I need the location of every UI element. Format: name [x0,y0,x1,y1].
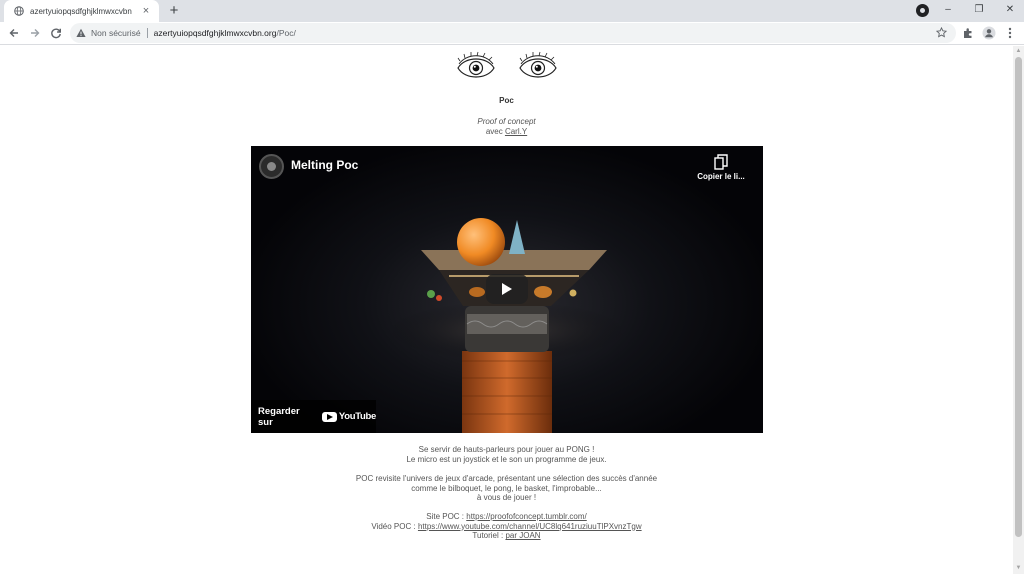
watch-on-label: Regarder sur [258,405,300,428]
scroll-up-arrow-icon[interactable]: ▲ [1015,48,1022,55]
menu-kebab-icon[interactable] [1002,25,1018,41]
url-text[interactable]: azertyuiopqsdfghjklmwxcvbn.org/Poc/ [154,28,296,38]
site-link[interactable]: https://proofofconcept.tumblr.com/ [466,512,587,521]
copy-link-label: Copier le li... [697,172,745,181]
copy-link-button[interactable]: Copier le li... [691,154,751,181]
credit-prefix: avec [485,127,505,136]
page-scrollbar[interactable]: ▲ ▼ [1013,46,1024,574]
site-prefix: Site POC : [426,512,467,521]
bookmark-star-icon[interactable] [934,25,948,39]
extensions-icon[interactable] [960,25,976,41]
credit-link[interactable]: Carl.Y [505,127,527,136]
page-subtitle: Proof of concept [477,117,536,126]
tab-title: azertyuiopqsdfghjklmwxcvbn [30,6,132,16]
url-path: /Poc/ [276,28,296,38]
credit-line: avec Carl.Y [0,127,1013,137]
back-arrow-icon [9,29,18,37]
page-title: Poc [499,96,514,105]
forward-button[interactable] [27,25,43,41]
minimize-button[interactable]: – [934,1,962,19]
description-paragraph-1: Se servir de hauts-parleurs pour jouer a… [0,445,1013,464]
video-link[interactable]: https://www.youtube.com/channel/UC8lq641… [418,522,642,531]
media-indicator-icon[interactable] [916,4,929,17]
tutorial-prefix: Tutoriel : [472,531,506,541]
warning-icon[interactable] [76,28,86,38]
play-icon [502,283,512,295]
tutorial-link[interactable]: par JOAN [505,531,540,540]
tab-strip: azertyuiopqsdfghjklmwxcvbn × + – ❐ ✕ [0,0,1024,22]
video-title[interactable]: Melting Poc [291,158,358,172]
reload-icon [51,28,61,39]
url-host: azertyuiopqsdfghjklmwxcvbn.org [153,28,277,38]
youtube-logo: YouTube [321,411,376,422]
reload-button[interactable] [48,25,64,41]
scroll-down-arrow-icon[interactable]: ▼ [1015,565,1022,572]
description-paragraph-2: POC revisite l'univers de jeux d'arcade,… [0,474,1013,503]
channel-avatar[interactable] [259,154,284,179]
description-line: à vous de jouer ! [476,493,537,503]
new-tab-button[interactable]: + [166,3,182,19]
watch-on-youtube-button[interactable]: Regarder sur YouTube [251,400,376,433]
youtube-play-icon [321,411,337,422]
close-window-button[interactable]: ✕ [996,1,1024,19]
globe-icon [14,6,24,16]
links-paragraph: Site POC : https://proofofconcept.tumblr… [0,512,1013,541]
youtube-embed[interactable]: Melting Poc Copier le li... Regarder sur… [251,146,763,433]
scrollbar-thumb[interactable] [1015,57,1022,537]
description-line: comme le bilboquet, le pong, le basket, … [411,483,602,493]
restore-button[interactable]: ❐ [965,1,993,19]
back-button[interactable] [6,25,22,41]
tutorial-line: Tutoriel : par JOAN [0,531,1013,541]
browser-toolbar: Non sécurisé azertyuiopqsdfghjklmwxcvbn.… [0,22,1024,45]
youtube-wordmark: YouTube [338,411,376,422]
description-line: POC revisite l'univers de jeux d'arcade,… [355,474,658,483]
divider [146,28,148,38]
description-line: Le micro est un joystick et le son un pr… [406,454,607,464]
address-bar[interactable]: Non sécurisé azertyuiopqsdfghjklmwxcvbn.… [70,23,956,43]
description-line: Se servir de hauts-parleurs pour jouer a… [418,445,595,454]
eyes-logo [457,51,557,78]
browser-tab[interactable]: azertyuiopqsdfghjklmwxcvbn × [4,0,159,22]
copy-icon [691,154,751,170]
forward-arrow-icon [31,29,40,37]
play-button[interactable] [486,274,528,304]
video-prefix: Vidéo POC : [371,521,418,531]
profile-avatar-icon[interactable] [981,25,997,41]
security-status[interactable]: Non sécurisé [91,28,141,38]
page-content: Poc Proof of concept avec Carl.Y Melting… [0,46,1013,574]
tab-close-icon[interactable]: × [139,4,153,18]
video-line: Vidéo POC : https://www.youtube.com/chan… [0,522,1013,532]
site-line: Site POC : https://proofofconcept.tumblr… [0,512,1013,522]
